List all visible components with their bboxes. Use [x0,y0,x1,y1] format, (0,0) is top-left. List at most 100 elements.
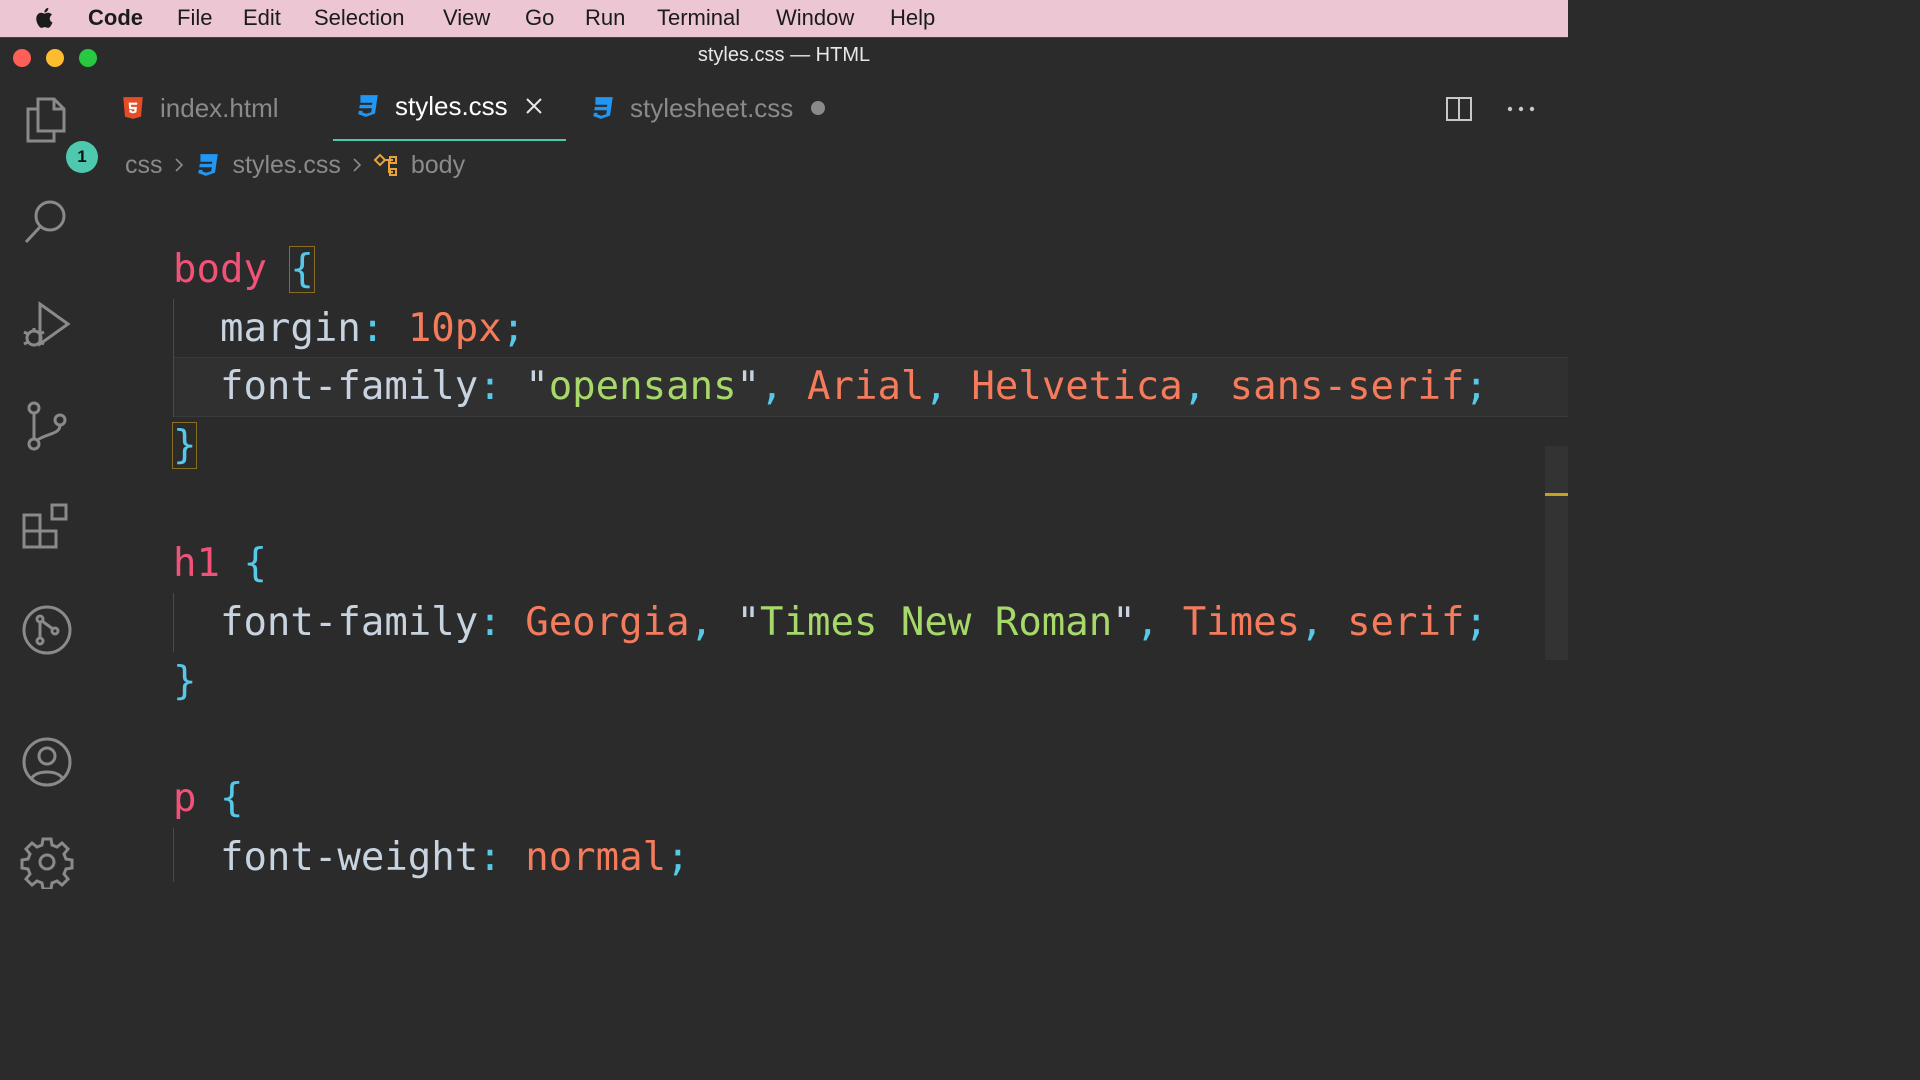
code-line-7[interactable]: font-family: Georgia, "Times New Roman",… [173,593,1488,652]
css3-icon [593,97,613,119]
semicolon: ; [1464,600,1488,645]
comma: , [1135,600,1160,645]
code-line-4[interactable]: } [171,416,198,475]
search-icon [24,200,66,244]
account-icon [22,737,72,787]
semicolon: ; [666,835,690,880]
explorer-badge: 1 [66,141,98,173]
open-brace: { [219,776,244,821]
code-line-10[interactable]: p { [173,769,243,828]
comma: , [760,364,784,409]
split-editor-icon[interactable] [1445,95,1473,123]
colon: : [478,600,502,645]
css-value: serif [1347,600,1465,645]
editor-scrollbar[interactable] [1545,446,1568,660]
quote: " [525,364,549,409]
code-line-2[interactable]: margin: 10px; [173,299,525,358]
open-brace: { [243,541,267,586]
window-title-bar: styles.css — HTML [0,37,1568,74]
css-property: font-family [219,364,479,409]
comma: , [689,600,714,645]
code-editor[interactable]: body { margin: 10px; font-family: "opens… [94,185,1568,882]
menu-file[interactable]: File [177,5,212,31]
comma: , [1182,364,1207,409]
css-property: font-family [219,600,479,645]
symbol-class-icon [373,153,397,176]
menu-bar: Code File Edit Selection View Go Run Ter… [0,0,1568,37]
css-property: margin [219,306,361,351]
run-debug-button[interactable] [20,298,74,352]
close-brace: } [171,422,198,469]
breadcrumb-file[interactable]: styles.css [233,151,341,180]
css-value: Arial [807,364,925,409]
source-control-button[interactable] [20,400,74,454]
code-line-11[interactable]: font-weight: normal; [173,828,690,887]
apple-logo-icon[interactable] [32,5,58,31]
css-selector: h1 [173,541,220,586]
css-value: 10px [407,306,502,351]
source-control-icon [27,401,67,451]
chevron-right-icon [174,158,183,172]
colon: : [478,835,502,880]
code-line-6[interactable]: h1 { [173,534,267,593]
css-value: Helvetica [971,364,1183,409]
menu-edit[interactable]: Edit [243,5,281,31]
menu-app-name[interactable]: Code [88,5,143,31]
close-brace: } [173,659,197,704]
tab-label: index.html [160,92,279,123]
menu-help[interactable]: Help [890,5,935,31]
settings-gear-icon [20,837,74,891]
tab-label: stylesheet.css [630,92,794,123]
menu-go[interactable]: Go [525,5,554,31]
manage-settings-button[interactable] [20,835,74,891]
css3-icon [358,95,378,117]
extensions-icon [22,503,68,549]
css-value: sans-serif [1229,364,1465,409]
css-string: Times New Roman [760,600,1113,645]
tab-label: styles.css [395,90,508,121]
unsaved-changes-dot-icon[interactable] [811,101,826,115]
css-string: opensans [548,364,737,409]
tab-index-html[interactable]: index.html [120,73,330,143]
explorer-button[interactable]: 1 [20,93,98,173]
files-icon [26,97,66,143]
menu-window[interactable]: Window [776,5,854,31]
close-tab-icon[interactable] [524,96,544,116]
editor-tab-bar: index.html styles.css stylesheet.css [94,73,1568,143]
html5-icon [123,97,143,119]
tab-styles-css[interactable]: styles.css [333,73,566,141]
extensions-button[interactable] [20,501,74,555]
quote: " [1112,600,1136,645]
search-button[interactable] [20,194,74,248]
colon: : [360,306,385,351]
window-title: styles.css — HTML [697,44,871,66]
scrollbar-cursor-marker [1545,493,1568,496]
css-value: Times [1182,600,1301,645]
quote: " [736,364,761,409]
git-graph-button[interactable] [20,603,74,657]
css3-icon [197,154,218,176]
css-selector: p [173,776,197,821]
run-debug-icon [23,301,71,347]
code-line-8[interactable]: } [173,652,196,711]
semicolon: ; [1464,364,1488,409]
code-line-1[interactable]: body { [173,240,315,299]
code-line-3[interactable]: font-family: "opensans", Arial, Helvetic… [173,357,1488,416]
breadcrumb-folder[interactable]: css [125,151,163,180]
breadcrumb-symbol[interactable]: body [411,151,465,180]
more-actions-icon[interactable] [1506,95,1536,123]
css-selector: body [173,247,267,292]
semicolon: ; [501,306,526,351]
activity-bar: 1 [0,73,98,891]
open-brace: { [289,246,315,293]
css-value: normal [525,835,667,880]
menu-run[interactable]: Run [585,5,625,31]
accounts-button[interactable] [20,735,74,789]
quote: " [736,600,761,645]
git-graph-icon [22,605,72,655]
menu-terminal[interactable]: Terminal [657,5,740,31]
tab-stylesheet-css[interactable]: stylesheet.css [590,73,850,143]
menu-view[interactable]: View [443,5,490,31]
menu-selection[interactable]: Selection [314,5,405,31]
comma: , [1300,600,1324,645]
